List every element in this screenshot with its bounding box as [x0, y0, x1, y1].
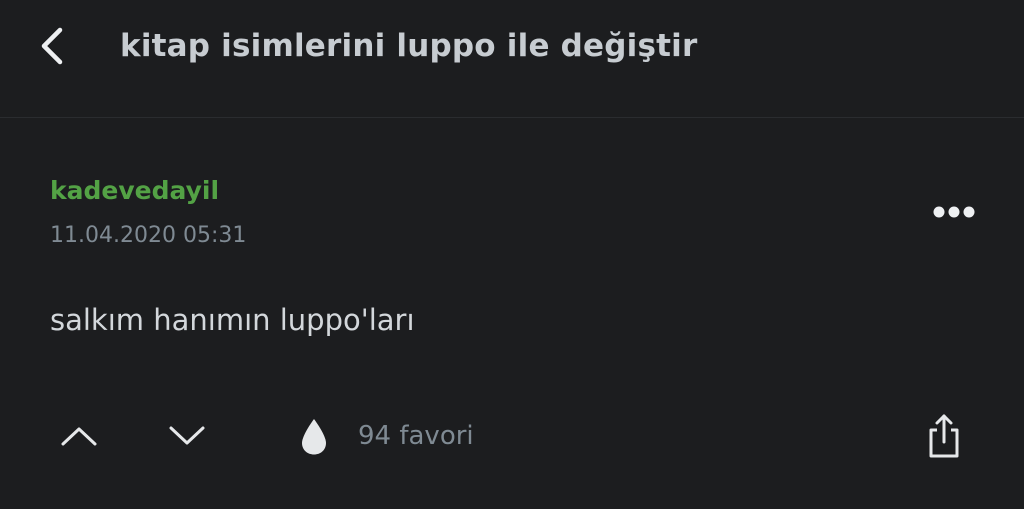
more-options-button[interactable]: [926, 196, 982, 228]
downvote-button[interactable]: [162, 414, 212, 458]
entry-screen: kitap isimlerini luppo ile değiştir kade…: [0, 0, 1024, 509]
chevron-up-icon: [61, 427, 97, 446]
favorite-button[interactable]: [294, 412, 334, 460]
share-button[interactable]: [920, 410, 968, 462]
chevron-left-icon: [41, 27, 63, 65]
more-dots-icon: [933, 206, 975, 218]
back-button[interactable]: [28, 22, 76, 70]
chevron-down-icon: [169, 426, 205, 445]
share-icon: [929, 414, 959, 458]
entry-author[interactable]: kadevedayil: [50, 174, 219, 208]
entry-content: salkım hanımın luppo'ları: [50, 303, 415, 337]
favorite-count[interactable]: 94 favori: [358, 419, 474, 453]
drop-icon: [302, 419, 326, 455]
upvote-button[interactable]: [54, 414, 104, 458]
page-title[interactable]: kitap isimlerini luppo ile değiştir: [120, 26, 697, 66]
header-bar: kitap isimlerini luppo ile değiştir: [0, 0, 1024, 118]
entry-date[interactable]: 11.04.2020 05:31: [50, 222, 246, 250]
